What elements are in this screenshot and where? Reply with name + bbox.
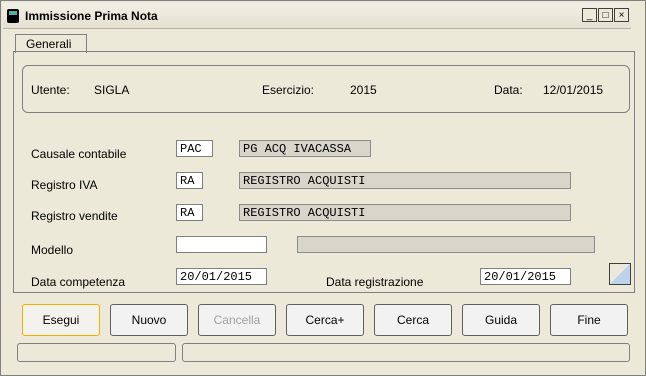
window-title: Immissione Prima Nota bbox=[25, 9, 158, 23]
close-icon[interactable]: × bbox=[614, 8, 629, 22]
esegui-button[interactable]: Esegui bbox=[22, 304, 100, 336]
year-value: 2015 bbox=[350, 83, 377, 97]
data-competenza-label: Data competenza bbox=[31, 275, 126, 289]
title-bar[interactable]: Immissione Prima Nota _ □ × bbox=[3, 3, 631, 29]
causale-desc-field: PG ACQ IVACASSA bbox=[239, 140, 371, 157]
guida-button[interactable]: Guida bbox=[462, 304, 540, 336]
registro-iva-label: Registro IVA bbox=[31, 178, 98, 192]
nuovo-button[interactable]: Nuovo bbox=[110, 304, 188, 336]
resize-corner-icon[interactable] bbox=[609, 263, 631, 285]
date-label: Data: bbox=[494, 83, 523, 97]
date-value: 12/01/2015 bbox=[543, 83, 604, 97]
cerca-plus-button[interactable]: Cerca+ bbox=[286, 304, 364, 336]
tab-label: Generali bbox=[26, 37, 72, 51]
data-registrazione-field[interactable]: 20/01/2015 bbox=[480, 268, 571, 285]
registro-iva-desc-field: REGISTRO ACQUISTI bbox=[239, 172, 571, 189]
app-icon bbox=[7, 9, 19, 23]
window-controls: _ □ × bbox=[582, 8, 629, 22]
cerca-button[interactable]: Cerca bbox=[374, 304, 452, 336]
status-right bbox=[182, 343, 630, 362]
fine-button[interactable]: Fine bbox=[550, 304, 628, 336]
button-bar: Esegui Nuovo Cancella Cerca+ Cerca Guida… bbox=[1, 304, 646, 338]
data-competenza-field[interactable]: 20/01/2015 bbox=[176, 268, 267, 285]
user-label: Utente: bbox=[31, 83, 70, 97]
modello-desc-field bbox=[297, 236, 595, 253]
modello-label: Modello bbox=[31, 243, 74, 257]
registro-vendite-label: Registro vendite bbox=[31, 209, 118, 223]
causale-code-field[interactable]: PAC bbox=[176, 140, 213, 157]
data-registrazione-label: Data registrazione bbox=[326, 275, 424, 289]
registro-iva-code-field[interactable]: RA bbox=[176, 172, 203, 189]
maximize-icon[interactable]: □ bbox=[598, 8, 613, 22]
registro-vendite-code-field[interactable]: RA bbox=[176, 204, 203, 221]
modello-code-field[interactable] bbox=[176, 236, 267, 253]
user-value: SIGLA bbox=[94, 83, 130, 97]
cancella-button[interactable]: Cancella bbox=[198, 304, 276, 336]
causale-label: Causale contabile bbox=[31, 147, 127, 161]
main-window: Immissione Prima Nota _ □ × Generali Ute… bbox=[0, 0, 646, 376]
minimize-icon[interactable]: _ bbox=[582, 8, 597, 22]
year-label: Esercizio: bbox=[262, 83, 315, 97]
registro-vendite-desc-field: REGISTRO ACQUISTI bbox=[239, 204, 571, 221]
status-left bbox=[17, 343, 176, 362]
